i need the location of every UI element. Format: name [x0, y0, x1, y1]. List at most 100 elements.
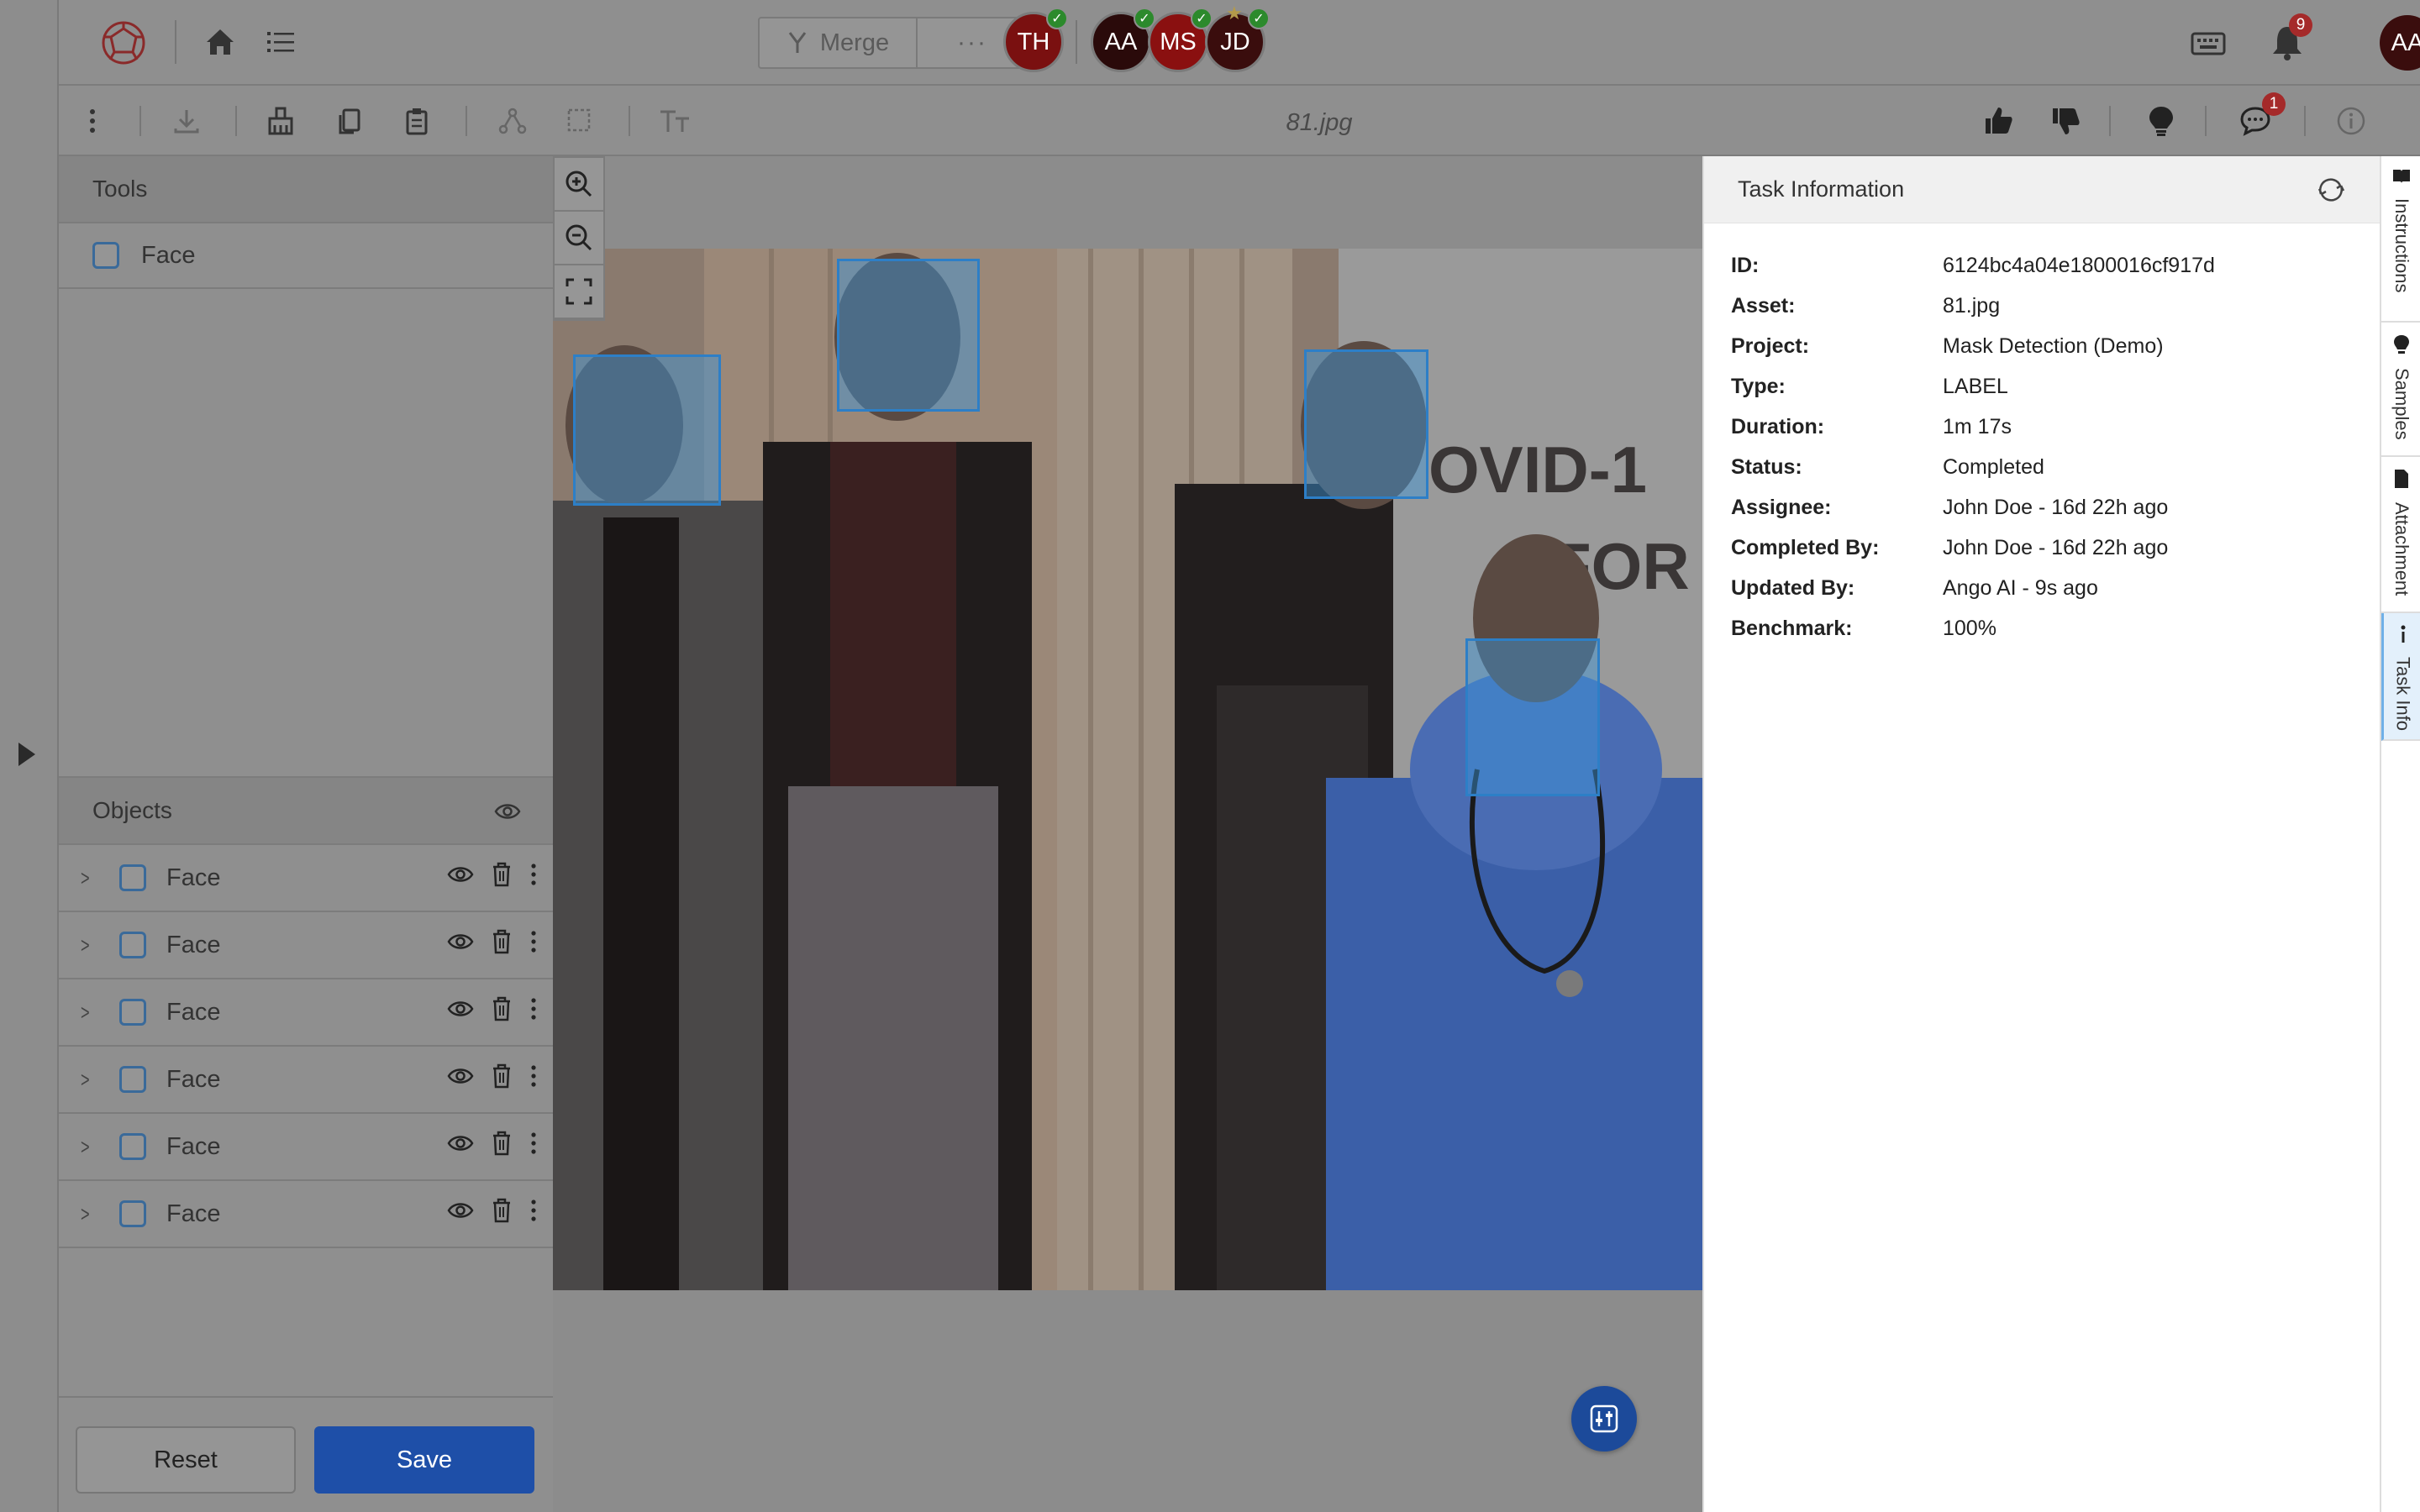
object-checkbox[interactable] [119, 1066, 146, 1093]
task-info-key: Duration: [1731, 414, 1825, 438]
object-checkbox[interactable] [119, 932, 146, 958]
object-checkbox[interactable] [119, 1133, 146, 1160]
object-row[interactable]: > Face [59, 912, 553, 979]
expand-chevron-icon[interactable]: > [81, 932, 104, 958]
bounding-box-face[interactable] [1304, 349, 1428, 499]
object-row[interactable]: > Face [59, 1114, 553, 1181]
reset-button[interactable]: Reset [76, 1426, 296, 1494]
avatar-initials: MS [1160, 28, 1197, 55]
copy-icon[interactable] [333, 104, 366, 138]
check-icon: ✓ [1046, 8, 1068, 29]
thumbs-down-icon[interactable] [2049, 104, 2082, 138]
relation-icon[interactable] [496, 104, 529, 138]
more-vertical-icon[interactable] [529, 996, 538, 1021]
object-row[interactable]: > Face [59, 845, 553, 912]
avatar-collaborator[interactable]: MS ✓ [1148, 8, 1213, 72]
merge-button[interactable]: Merge [760, 18, 918, 67]
expand-chevron-icon[interactable]: > [81, 865, 104, 891]
crop-icon[interactable] [563, 104, 597, 138]
task-info-key: Updated By: [1731, 575, 1855, 600]
action-bar: Reset Save [59, 1396, 553, 1512]
object-row[interactable]: > Face [59, 1181, 553, 1248]
clear-icon[interactable] [264, 104, 297, 138]
task-list-icon[interactable] [264, 25, 297, 59]
object-row[interactable]: > Face [59, 979, 553, 1047]
object-actions [447, 929, 538, 954]
more-vertical-icon[interactable] [76, 104, 109, 138]
trash-icon[interactable] [491, 1198, 513, 1223]
avatar-initials: JD [1220, 28, 1250, 55]
refresh-icon[interactable] [2316, 175, 2346, 205]
bounding-box-face[interactable] [573, 354, 721, 506]
asset-image[interactable]: OVID-1 FOR [553, 249, 1702, 1290]
zoom-out-icon[interactable] [555, 212, 603, 265]
object-checkbox[interactable] [119, 1200, 146, 1227]
text-icon[interactable] [659, 104, 692, 138]
keyboard-icon[interactable] [2190, 27, 2227, 60]
avatar-initials: TH [1017, 28, 1050, 55]
expand-chevron-icon[interactable]: > [81, 1000, 104, 1026]
bounding-box-face[interactable] [837, 259, 980, 412]
trash-icon[interactable] [491, 996, 513, 1021]
expand-sidebar-icon[interactable] [18, 743, 35, 766]
tab-attachment[interactable]: Attachment [2381, 457, 2420, 613]
object-actions [447, 1131, 538, 1156]
trash-icon[interactable] [491, 862, 513, 887]
thumbs-up-icon[interactable] [1981, 104, 2015, 138]
expand-chevron-icon[interactable]: > [81, 1067, 104, 1093]
bounding-box-face[interactable] [1465, 638, 1600, 796]
book-icon [2393, 170, 2410, 183]
toggle-visibility-icon[interactable] [494, 801, 521, 822]
task-info-value: 81.jpg [1943, 293, 2001, 318]
eye-icon[interactable] [447, 1066, 474, 1086]
avatar-collaborator[interactable]: AA ✓ [1091, 8, 1155, 72]
expand-chevron-icon[interactable]: > [81, 1201, 104, 1227]
settings-fab[interactable] [1571, 1386, 1637, 1452]
more-vertical-icon[interactable] [529, 1063, 538, 1089]
paste-icon[interactable] [400, 104, 434, 138]
eye-icon[interactable] [447, 864, 474, 885]
trash-icon[interactable] [491, 1131, 513, 1156]
user-avatar[interactable]: AA [2380, 15, 2420, 71]
download-icon[interactable] [170, 104, 203, 138]
eye-icon[interactable] [447, 932, 474, 952]
fit-screen-icon[interactable] [555, 265, 603, 319]
more-vertical-icon[interactable] [529, 929, 538, 954]
tool-checkbox[interactable] [92, 242, 119, 269]
object-row[interactable]: > Face [59, 1047, 553, 1114]
avatar-initials: AA [1104, 28, 1138, 55]
trash-icon[interactable] [491, 1063, 513, 1089]
eye-icon[interactable] [447, 1133, 474, 1153]
eye-icon[interactable] [447, 1200, 474, 1221]
task-info-row: Type: LABEL [1731, 366, 2380, 407]
home-icon[interactable] [203, 25, 237, 59]
more-vertical-icon[interactable] [529, 1131, 538, 1156]
sliders-icon [1590, 1404, 1618, 1433]
annotation-canvas[interactable]: OVID-1 FOR [553, 156, 1702, 1512]
side-tab-bar: Instructions Samples Attachment Task Inf… [2380, 156, 2420, 1512]
avatar-collaborator[interactable]: TH ✓ [1003, 8, 1068, 72]
zoom-in-icon[interactable] [555, 158, 603, 212]
tab-task-info-label: Task Info [2392, 657, 2414, 732]
task-info-key: Project: [1731, 333, 1810, 358]
save-button[interactable]: Save [314, 1426, 534, 1494]
tab-task-info[interactable]: Task Info [2381, 613, 2420, 741]
tools-panel: Tools Face [59, 156, 553, 778]
tab-instructions[interactable]: Instructions [2381, 156, 2420, 323]
object-checkbox[interactable] [119, 864, 146, 891]
check-icon: ✓ [1248, 8, 1270, 29]
tab-samples[interactable]: Samples [2381, 323, 2420, 457]
task-info-row: Updated By: Ango AI - 9s ago [1731, 568, 2380, 608]
lightbulb-icon[interactable] [2144, 104, 2178, 138]
object-checkbox[interactable] [119, 999, 146, 1026]
info-icon[interactable] [2334, 104, 2368, 138]
eye-icon[interactable] [447, 999, 474, 1019]
more-vertical-icon[interactable] [529, 862, 538, 887]
expand-chevron-icon[interactable]: > [81, 1134, 104, 1160]
divider [235, 106, 237, 136]
tool-item-face[interactable]: Face [59, 223, 553, 289]
more-vertical-icon[interactable] [529, 1198, 538, 1223]
logo-icon[interactable] [99, 18, 148, 67]
avatar-collaborator[interactable]: JD ★ ✓ [1205, 3, 1270, 72]
trash-icon[interactable] [491, 929, 513, 954]
